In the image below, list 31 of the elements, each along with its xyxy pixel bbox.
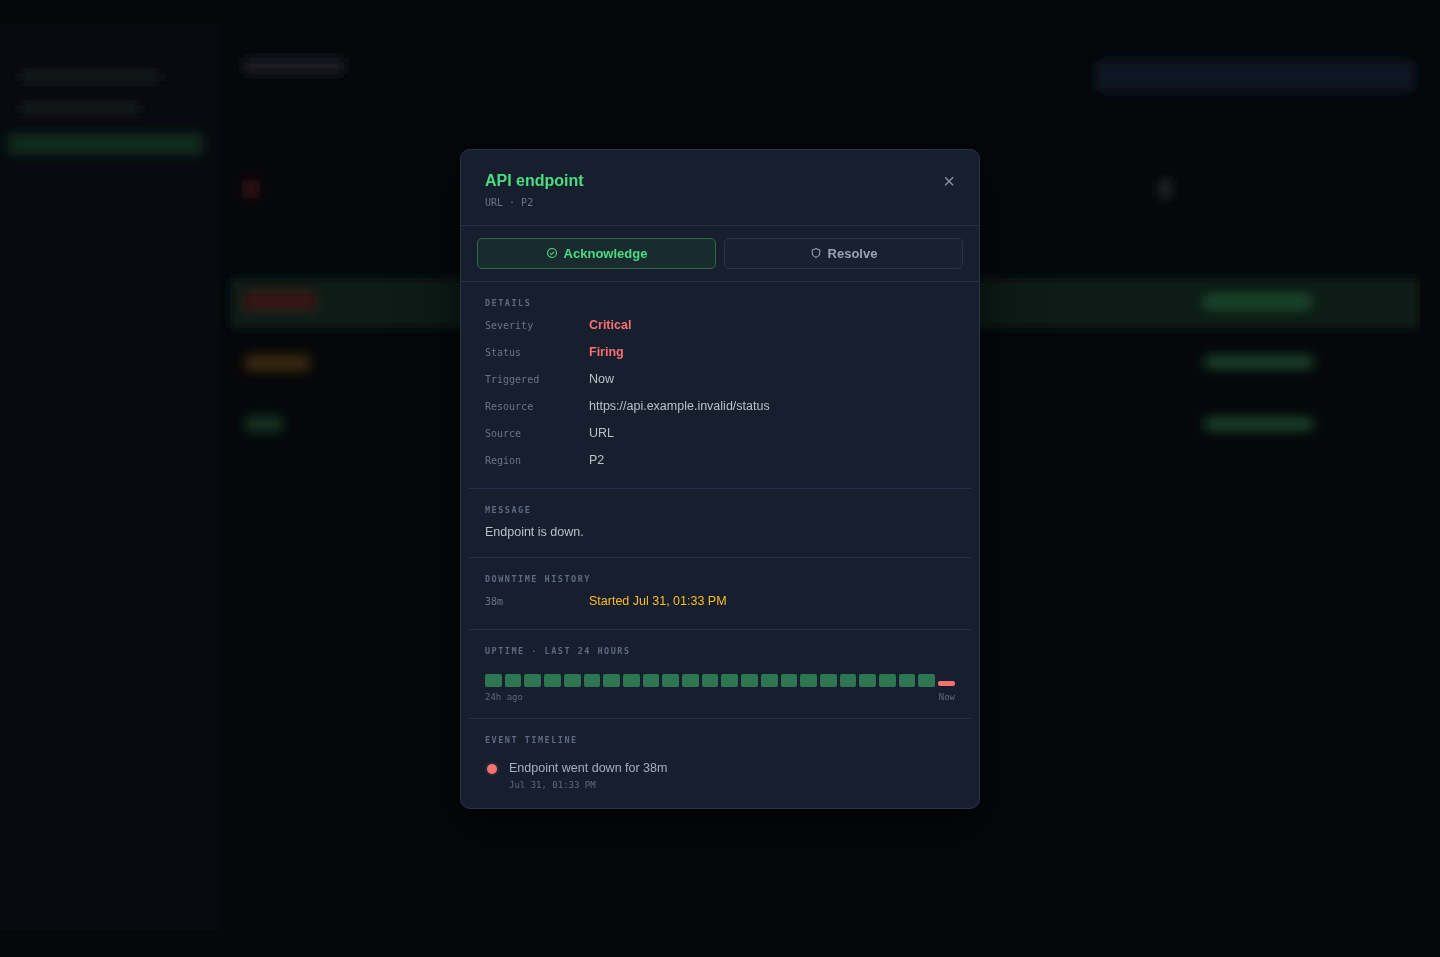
dialog-subtitle: URL · P2 (485, 196, 535, 208)
resolve-button[interactable]: Resolve (724, 237, 963, 269)
event-time: Jul 31, 01:33 PM (509, 779, 597, 790)
axis-label: Now (938, 691, 955, 702)
section-heading: MESSAGE (485, 504, 533, 515)
detail-label: Resource (485, 400, 535, 412)
downtime-start: Started Jul 31, 01:33 PM (589, 593, 727, 608)
detail-label: Region (485, 454, 523, 466)
detail-value: Firing (589, 344, 624, 359)
shield-icon (809, 247, 822, 259)
dialog-title: API endpoint (485, 171, 584, 190)
axis-label: 24h ago (485, 691, 523, 702)
detail-label: Triggered (485, 373, 541, 385)
detail-label: Severity (485, 319, 535, 331)
detail-value: Critical (589, 317, 632, 332)
close-button[interactable]: × (943, 171, 955, 190)
detail-value: URL (589, 425, 614, 440)
section-heading: DOWNTIME HISTORY (485, 573, 592, 584)
detail-label: Status (485, 346, 523, 358)
acknowledge-button[interactable]: Acknowledge (477, 237, 716, 269)
section-heading: UPTIME · LAST 24 HOURS (485, 645, 632, 656)
section-heading: DETAILS (485, 297, 533, 308)
detail-label: Source (485, 427, 523, 439)
detail-value: P2 (589, 452, 605, 467)
check-circle-icon (545, 247, 558, 259)
section-heading: EVENT TIMELINE (485, 734, 579, 745)
event-text: Endpoint went down for 38m (509, 760, 668, 775)
downtime-duration: 38m (485, 595, 505, 607)
detail-value: https://api.example.invalid/status (589, 398, 770, 413)
detail-value: Now (589, 371, 614, 386)
message-text: Endpoint is down. (485, 524, 585, 539)
